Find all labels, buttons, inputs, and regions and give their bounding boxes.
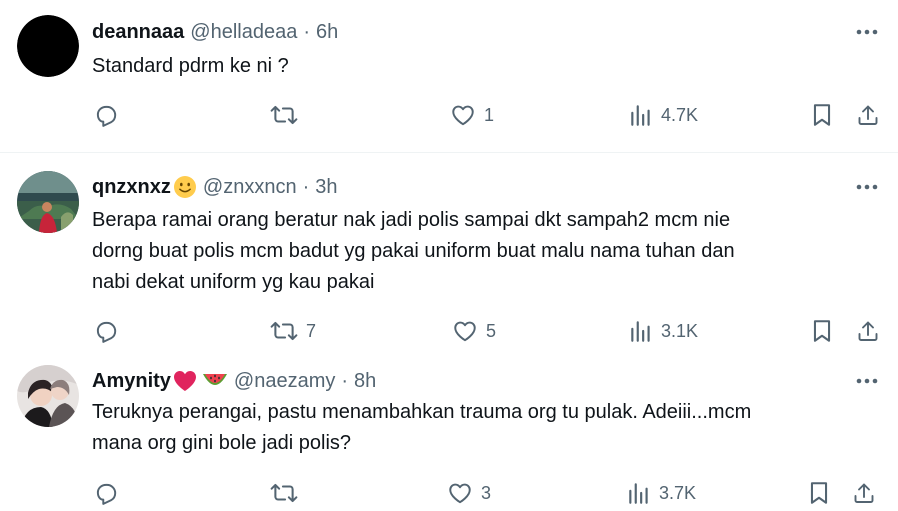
bookmark-icon xyxy=(810,482,828,504)
bookmark-button[interactable] xyxy=(811,314,833,348)
display-name[interactable]: qnzxnxz xyxy=(92,176,171,199)
reply-icon xyxy=(96,105,117,127)
retweet-count: 7 xyxy=(306,320,317,341)
red-heart-emoji xyxy=(173,370,197,392)
timestamp[interactable]: 8h xyxy=(354,370,376,393)
views-icon xyxy=(629,483,648,504)
bookmark-icon xyxy=(813,104,831,126)
like-count: 5 xyxy=(486,320,497,341)
retweet-button[interactable] xyxy=(270,98,298,132)
separator-dot: · xyxy=(341,369,349,392)
share-button[interactable] xyxy=(856,314,880,348)
view-count: 4.7K xyxy=(661,104,699,125)
tweet-text: Teruknya perangai, pastu menambahkan tra… xyxy=(92,397,872,459)
tweet-text: Standard pdrm ke ni ? xyxy=(92,51,872,82)
views-icon xyxy=(631,321,650,342)
tweet-text-line: Berapa ramai orang beratur nak jadi poli… xyxy=(92,209,731,231)
tweet-text-line: nabi dekat uniform yg kau pakai xyxy=(92,271,375,293)
display-name[interactable]: Amynity xyxy=(92,370,171,393)
separator-dot: · xyxy=(303,20,310,43)
bookmark-button[interactable] xyxy=(808,476,830,510)
retweet-icon xyxy=(270,321,298,341)
tweet-header: qnzxnxz @znxxncn · 3h xyxy=(92,174,338,200)
avatar[interactable] xyxy=(17,15,79,77)
retweet-icon xyxy=(270,105,298,125)
reply-icon xyxy=(96,321,117,343)
avatar[interactable] xyxy=(17,171,79,233)
bookmark-button[interactable] xyxy=(811,98,833,132)
view-count: 3.7K xyxy=(659,482,697,503)
tweet-actions: 1 4.7K xyxy=(0,98,898,132)
timestamp[interactable]: 6h xyxy=(316,21,338,44)
display-name[interactable]: deannaaa xyxy=(92,21,184,44)
share-button[interactable] xyxy=(856,98,880,132)
more-options-icon[interactable] xyxy=(854,368,880,394)
bookmark-icon xyxy=(813,320,831,342)
watermelon-emoji xyxy=(202,370,228,392)
like-icon xyxy=(454,321,476,342)
tweet-actions: 7 5 3.1K xyxy=(0,314,898,348)
like-icon xyxy=(452,105,474,126)
retweet-button[interactable] xyxy=(270,476,298,510)
tweet-header: deannaaa @helladeaa · 6h xyxy=(92,19,338,45)
share-button[interactable] xyxy=(852,476,876,510)
views-button[interactable]: 3.7K xyxy=(627,476,696,510)
like-count: 3 xyxy=(481,482,492,503)
share-icon xyxy=(858,321,878,341)
like-button[interactable]: 5 xyxy=(452,314,496,348)
tweet-text: Berapa ramai orang beratur nak jadi poli… xyxy=(92,205,872,298)
tweet-header: Amynity @naezamy · 8h xyxy=(92,368,376,394)
more-options-icon[interactable] xyxy=(854,174,880,200)
views-button[interactable]: 4.7K xyxy=(629,98,698,132)
more-options-icon[interactable] xyxy=(854,19,880,45)
tweet-actions: 3 3.7K xyxy=(0,476,898,510)
reply-button[interactable] xyxy=(93,314,119,348)
views-button[interactable]: 3.1K xyxy=(629,314,698,348)
separator-dot: · xyxy=(302,175,310,198)
timestamp[interactable]: 3h xyxy=(315,176,337,199)
tweet-text-line: dorng buat polis mcm badut yg pakai unif… xyxy=(92,240,735,262)
share-icon xyxy=(854,483,874,503)
tweet-text-line: Teruknya perangai, pastu menambahkan tra… xyxy=(92,401,752,423)
reply-button[interactable] xyxy=(93,98,119,132)
tweet[interactable]: deannaaa @helladeaa · 6h Standard pdrm k… xyxy=(0,0,898,152)
tweet-text-line: Standard pdrm ke ni ? xyxy=(92,55,289,77)
retweet-icon xyxy=(270,483,298,503)
user-handle[interactable]: @naezamy xyxy=(234,370,335,393)
tweet[interactable]: Amynity @naezamy · 8h Teruknya perangai,… xyxy=(0,353,898,511)
views-icon xyxy=(631,105,650,126)
tweet-text-line: mana org gini bole jadi polis? xyxy=(92,432,352,454)
share-icon xyxy=(858,105,878,125)
tweet[interactable]: qnzxnxz @znxxncn · 3h Berapa ramai orang… xyxy=(0,153,898,353)
view-count: 3.1K xyxy=(661,320,699,341)
like-button[interactable]: 3 xyxy=(447,476,491,510)
like-count: 1 xyxy=(484,104,495,125)
reply-icon xyxy=(96,483,117,505)
retweet-button[interactable]: 7 xyxy=(270,314,316,348)
avatar[interactable] xyxy=(17,365,79,427)
slightly-smiling-face-emoji xyxy=(173,175,197,199)
like-icon xyxy=(449,483,471,504)
user-handle[interactable]: @znxxncn xyxy=(203,176,297,199)
like-button[interactable]: 1 xyxy=(450,98,494,132)
reply-button[interactable] xyxy=(93,476,119,510)
user-handle[interactable]: @helladeaa xyxy=(190,21,297,44)
